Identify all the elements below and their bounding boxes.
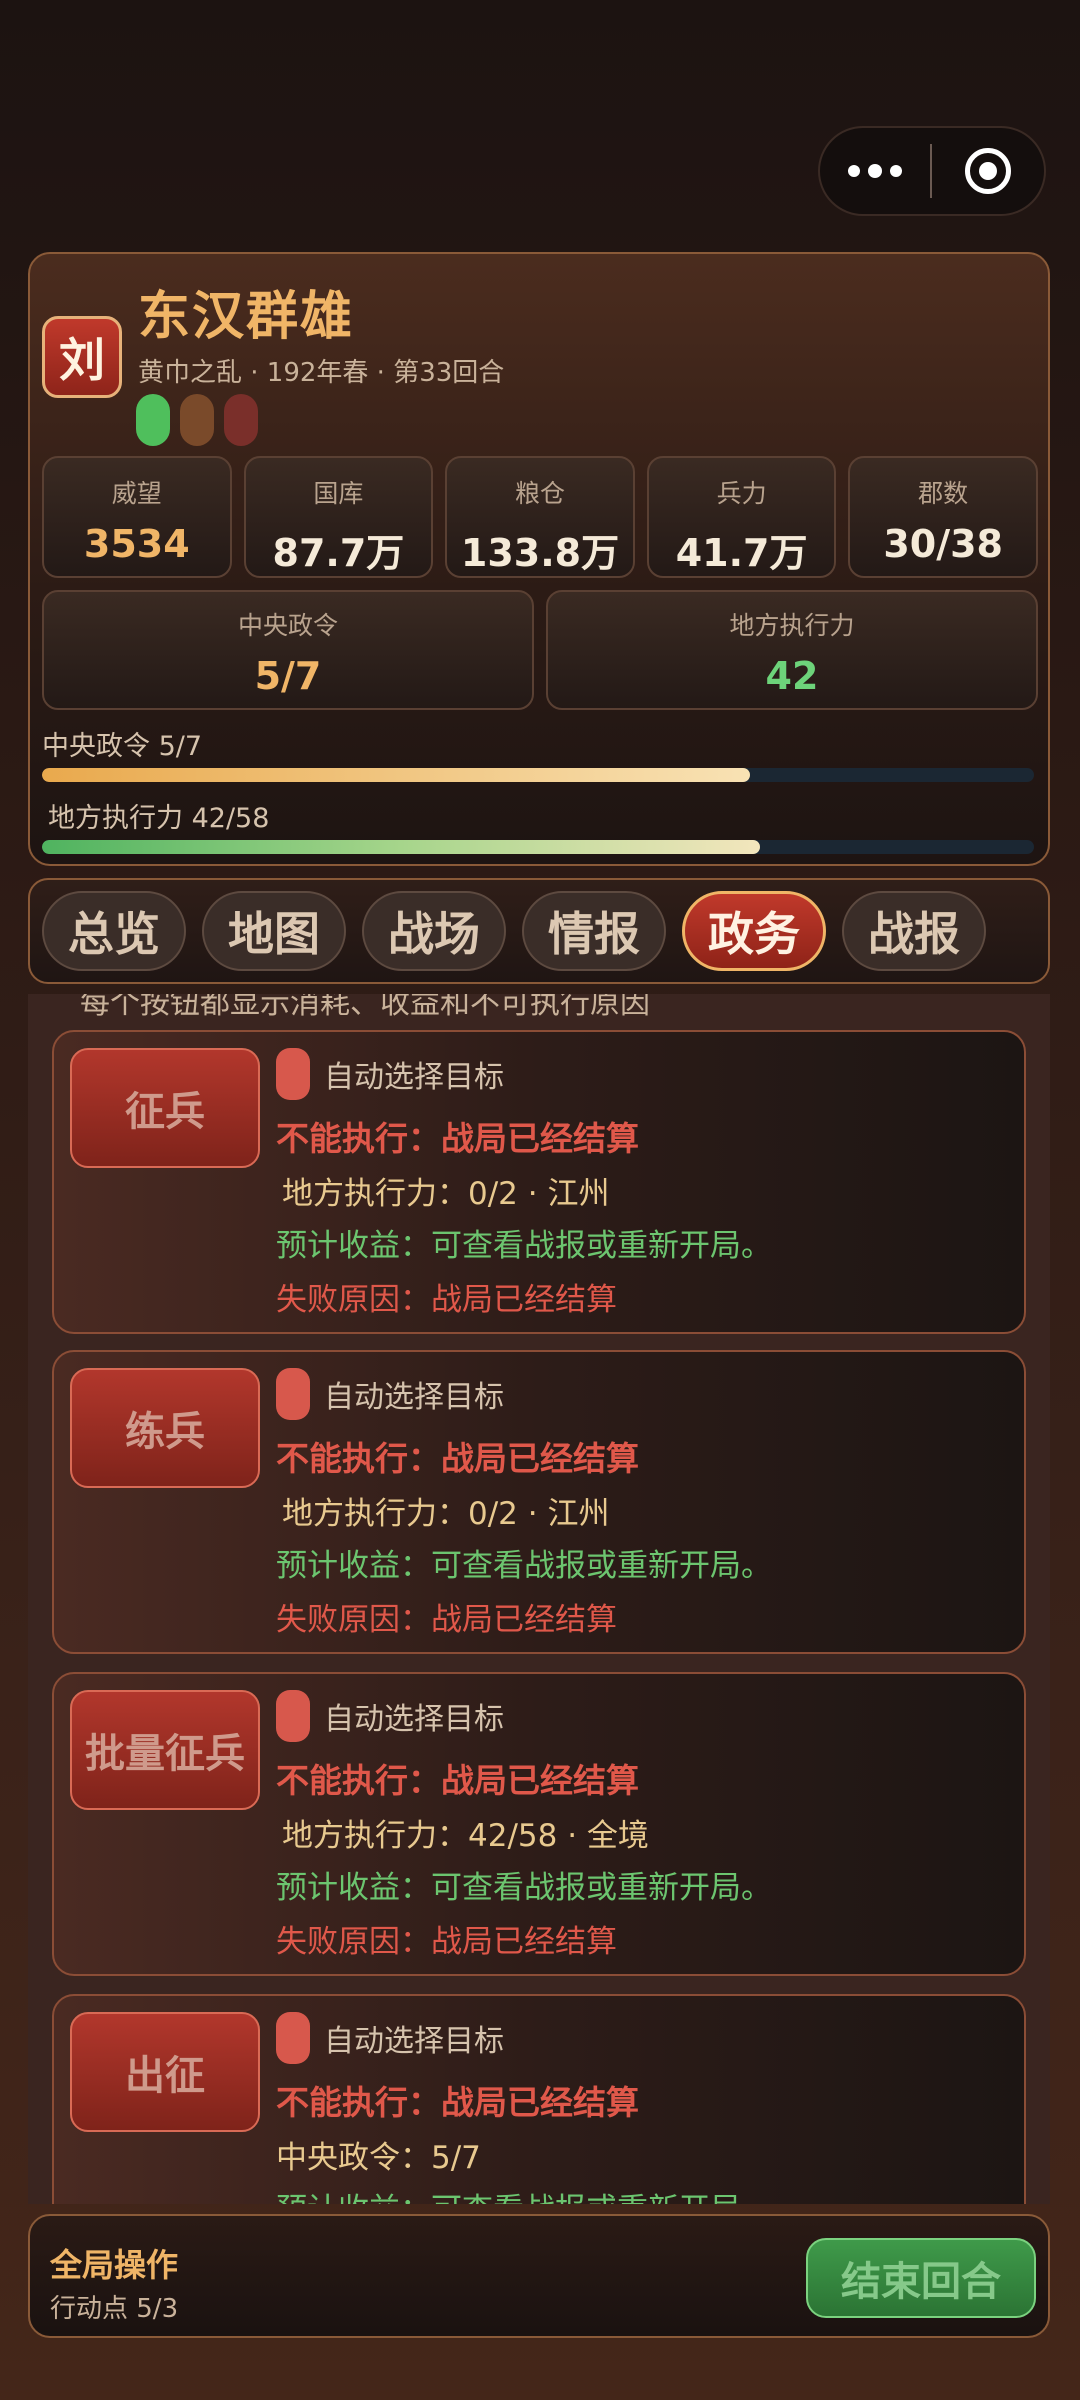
auto-target-label: 自动选择目标 — [324, 1060, 504, 1095]
global-actions-title: 全局操作 — [50, 2246, 179, 2284]
auto-target-toggle[interactable] — [276, 1048, 310, 1100]
stat-label: 兵力 — [716, 479, 767, 508]
execution-bar-label: 地方执行力 42/58 — [48, 803, 270, 834]
stat-treasury: 国库 87.7万 — [243, 456, 434, 578]
resource-stats: 威望 3534 国库 87.7万 粮仓 133.8万 兵力 41.7万 郡数 3… — [42, 456, 1038, 578]
status-pill-red — [224, 394, 258, 446]
main-tabs: 总览 地图 战场 情报 政务 战报 — [28, 878, 1050, 984]
stat-prefectures: 郡数 30/38 — [848, 456, 1038, 578]
action-cost: 地方执行力：42/58 · 全境 — [282, 1818, 649, 1854]
action-cost: 地方执行力：0/2 · 江州 — [282, 1496, 610, 1532]
government-action-list[interactable]: 每个按钮都显示消耗、收益和不可执行原因 征兵 自动选择目标 不能执行：战局已经结… — [28, 994, 1050, 2204]
action-benefit: 预计收益：可查看战报或重新开局。 — [276, 2184, 772, 2204]
campaign-button[interactable]: 出征 — [70, 2012, 260, 2132]
game-subtitle: 黄巾之乱 · 192年春 · 第33回合 — [138, 358, 505, 388]
game-title: 东汉群雄 — [138, 287, 355, 347]
stat-label: 国库 — [313, 479, 364, 508]
train-button[interactable]: 练兵 — [70, 1368, 260, 1488]
action-status: 不能执行：战局已经结算 — [276, 2083, 639, 2122]
action-card-batch-recruit: 批量征兵 自动选择目标 不能执行：战局已经结算 地方执行力：42/58 · 全境… — [52, 1672, 1026, 1976]
action-cost: 地方执行力：0/2 · 江州 — [282, 1176, 610, 1212]
status-header-card: 刘 东汉群雄 黄巾之乱 · 192年春 · 第33回合 威望 3534 国库 8… — [28, 252, 1050, 866]
stat-label: 粮仓 — [514, 479, 565, 508]
stat-label: 地方执行力 — [729, 611, 855, 640]
close-miniprogram-icon[interactable] — [932, 148, 1044, 194]
stat-value: 87.7万 — [272, 531, 405, 575]
auto-target-toggle[interactable] — [276, 2012, 310, 2064]
action-status: 不能执行：战局已经结算 — [276, 1119, 639, 1158]
stat-central-decree: 中央政令 5/7 — [42, 590, 534, 710]
action-benefit: 预计收益：可查看战报或重新开局。 — [276, 1548, 772, 1584]
stat-label: 郡数 — [918, 479, 969, 508]
stat-value: 42 — [765, 654, 819, 698]
action-fail-reason: 失败原因：战局已经结算 — [276, 1282, 617, 1318]
auto-target-label: 自动选择目标 — [324, 1380, 504, 1415]
faction-seal-icon: 刘 — [42, 316, 122, 398]
stat-prestige: 威望 3534 — [42, 456, 232, 578]
stat-value: 41.7万 — [675, 531, 808, 575]
execution-progress-bar — [42, 840, 1034, 854]
action-card-train: 练兵 自动选择目标 不能执行：战局已经结算 地方执行力：0/2 · 江州 预计收… — [52, 1350, 1026, 1654]
action-status: 不能执行：战局已经结算 — [276, 1761, 639, 1800]
auto-target-toggle[interactable] — [276, 1368, 310, 1420]
tab-battle-report[interactable]: 战报 — [842, 891, 986, 971]
stat-troops: 兵力 41.7万 — [646, 456, 837, 578]
auto-target-label: 自动选择目标 — [324, 2024, 504, 2059]
tab-overview[interactable]: 总览 — [42, 891, 186, 971]
stat-label: 中央政令 — [237, 611, 338, 640]
batch-recruit-button[interactable]: 批量征兵 — [70, 1690, 260, 1810]
tab-battlefield[interactable]: 战场 — [362, 891, 506, 971]
decree-progress-fill — [42, 768, 751, 782]
action-fail-reason: 失败原因：战局已经结算 — [276, 1924, 617, 1960]
global-actions-bar: 全局操作 行动点 5/3 结束回合 — [28, 2214, 1050, 2338]
action-fail-reason: 失败原因：战局已经结算 — [276, 1602, 617, 1638]
stat-value: 3534 — [83, 522, 190, 566]
execution-progress-fill — [42, 840, 761, 854]
miniprogram-capsule — [818, 126, 1046, 216]
status-pills — [136, 394, 258, 446]
action-benefit: 预计收益：可查看战报或重新开局。 — [276, 1228, 772, 1264]
stat-local-execution: 地方执行力 42 — [546, 590, 1038, 710]
tab-government[interactable]: 政务 — [682, 891, 826, 971]
decree-bar-label: 中央政令 5/7 — [42, 731, 203, 762]
action-card-recruit: 征兵 自动选择目标 不能执行：战局已经结算 地方执行力：0/2 · 江州 预计收… — [52, 1030, 1026, 1334]
action-benefit: 预计收益：可查看战报或重新开局。 — [276, 1870, 772, 1906]
policy-stats: 中央政令 5/7 地方执行力 42 — [42, 590, 1038, 710]
stat-value: 5/7 — [254, 654, 322, 698]
stat-value: 133.8万 — [460, 531, 620, 575]
stat-value: 30/38 — [883, 522, 1003, 566]
tab-map[interactable]: 地图 — [202, 891, 346, 971]
stat-label: 威望 — [111, 479, 162, 508]
status-pill-green — [136, 394, 170, 446]
action-card-campaign: 出征 自动选择目标 不能执行：战局已经结算 中央政令：5/7 预计收益：可查看战… — [52, 1994, 1026, 2204]
action-points: 行动点 5/3 — [50, 2294, 179, 2324]
status-pill-brown — [180, 394, 214, 446]
section-hint: 每个按钮都显示消耗、收益和不可执行原因 — [80, 994, 650, 1021]
decree-progress-bar — [42, 768, 1034, 782]
auto-target-toggle[interactable] — [276, 1690, 310, 1742]
auto-target-label: 自动选择目标 — [324, 1702, 504, 1737]
action-status: 不能执行：战局已经结算 — [276, 1439, 639, 1478]
stat-granary: 粮仓 133.8万 — [445, 456, 635, 578]
recruit-button[interactable]: 征兵 — [70, 1048, 260, 1168]
action-cost: 中央政令：5/7 — [276, 2140, 481, 2176]
end-turn-button[interactable]: 结束回合 — [806, 2238, 1036, 2318]
tab-intel[interactable]: 情报 — [522, 891, 666, 971]
more-options-icon[interactable] — [820, 128, 930, 214]
